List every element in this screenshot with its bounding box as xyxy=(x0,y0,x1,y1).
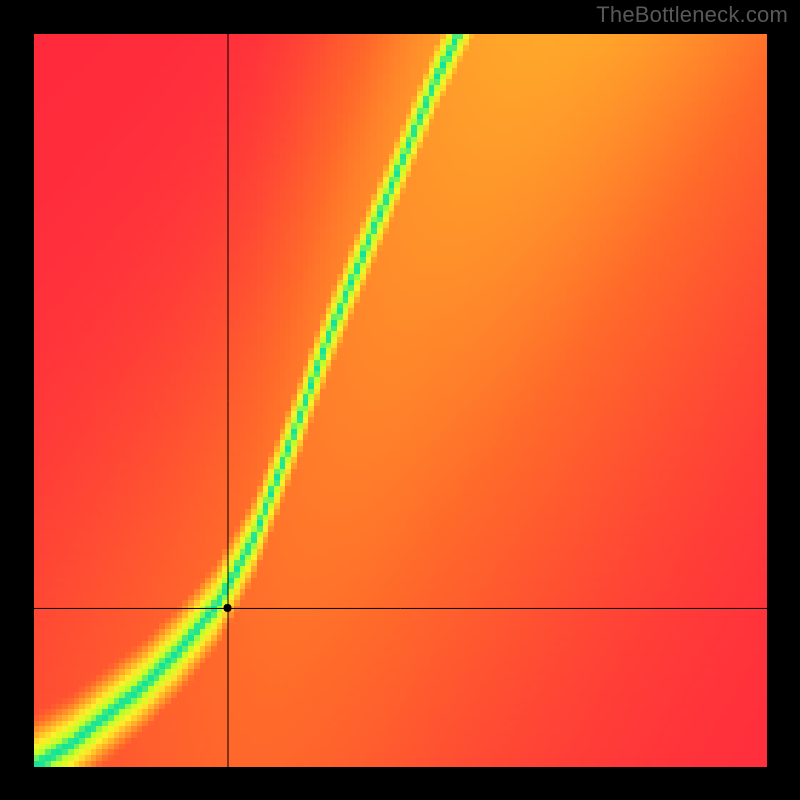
watermark-text: TheBottleneck.com xyxy=(596,2,788,28)
chart-stage: TheBottleneck.com xyxy=(0,0,800,800)
bottleneck-heatmap xyxy=(34,34,767,767)
